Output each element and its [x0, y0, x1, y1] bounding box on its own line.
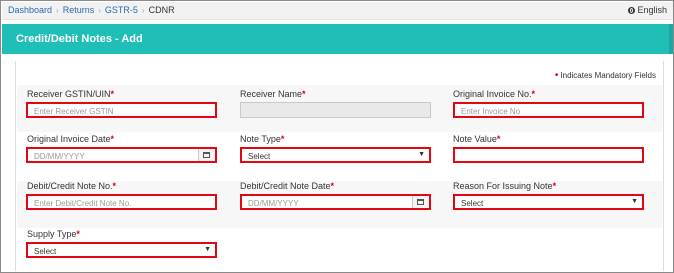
- required-dot-icon: •: [554, 70, 559, 81]
- breadcrumb-dashboard[interactable]: Dashboard: [8, 5, 52, 15]
- supply-type-label: Supply Type*: [27, 229, 80, 239]
- mandatory-note: • Indicates Mandatory Fields: [555, 70, 656, 81]
- globe-icon: [628, 7, 636, 14]
- form-row: Supply Type* Select ▼: [17, 229, 662, 271]
- breadcrumb: Dashboard › Returns › GSTR-5 › CDNR: [8, 5, 175, 15]
- original-invoice-no-input[interactable]: Enter Invoice No: [453, 102, 644, 118]
- mandatory-note-text: Indicates Mandatory Fields: [560, 71, 656, 80]
- screen-frame: Dashboard › Returns › GSTR-5 › CDNR English Cr…: [0, 0, 674, 273]
- breadcrumb-returns[interactable]: Returns: [63, 5, 95, 15]
- note-no-input[interactable]: Enter Debit/Credit Note No.: [26, 194, 217, 210]
- receiver-name-input: [240, 102, 431, 118]
- form-row: Receiver GSTIN/UIN* Enter Receiver GSTIN…: [17, 85, 662, 132]
- form-row: Original Invoice Date* DD/MM/YYYY Note T…: [17, 133, 662, 180]
- receiver-gstin-label: Receiver GSTIN/UIN*: [27, 89, 115, 99]
- language-selector[interactable]: English: [628, 5, 667, 15]
- chevron-right-icon: ›: [98, 6, 101, 15]
- chevron-right-icon: ›: [56, 6, 59, 15]
- original-invoice-date-input[interactable]: DD/MM/YYYY: [26, 147, 217, 163]
- reason-label: Reason For Issuing Note*: [453, 181, 557, 191]
- receiver-name-label: Receiver Name*: [240, 89, 306, 99]
- note-value-input[interactable]: [453, 147, 644, 163]
- note-type-label: Note Type*: [240, 134, 285, 144]
- original-invoice-date-label: Original Invoice Date*: [27, 134, 115, 144]
- reason-select[interactable]: Select ▼: [453, 194, 644, 210]
- note-date-label: Debit/Credit Note Date*: [240, 181, 335, 191]
- dropdown-caret-icon: ▼: [631, 198, 638, 205]
- supply-type-select[interactable]: Select ▼: [26, 242, 217, 258]
- dropdown-caret-icon: ▼: [204, 246, 211, 253]
- original-invoice-no-label: Original Invoice No.*: [453, 89, 536, 99]
- form-card: • Indicates Mandatory Fields Receiver GST…: [15, 61, 664, 271]
- breadcrumb-gstr5[interactable]: GSTR-5: [105, 5, 138, 15]
- calendar-icon[interactable]: [198, 149, 215, 161]
- breadcrumb-bar: Dashboard › Returns › GSTR-5 › CDNR English: [2, 2, 673, 20]
- dropdown-caret-icon: ▼: [418, 151, 425, 158]
- receiver-gstin-input[interactable]: Enter Receiver GSTIN: [26, 102, 217, 118]
- calendar-icon[interactable]: [412, 196, 429, 208]
- form-row: Debit/Credit Note No.* Enter Debit/Credi…: [17, 181, 662, 228]
- note-type-select[interactable]: Select ▼: [240, 147, 431, 163]
- page-title: Credit/Debit Notes - Add: [16, 33, 143, 45]
- breadcrumb-current: CDNR: [148, 5, 175, 15]
- language-label: English: [637, 5, 667, 15]
- page-header: Credit/Debit Notes - Add: [2, 24, 673, 54]
- note-no-label: Debit/Credit Note No.*: [27, 181, 117, 191]
- note-value-label: Note Value*: [453, 134, 501, 144]
- note-date-input[interactable]: DD/MM/YYYY: [240, 194, 431, 210]
- chevron-right-icon: ›: [141, 6, 145, 15]
